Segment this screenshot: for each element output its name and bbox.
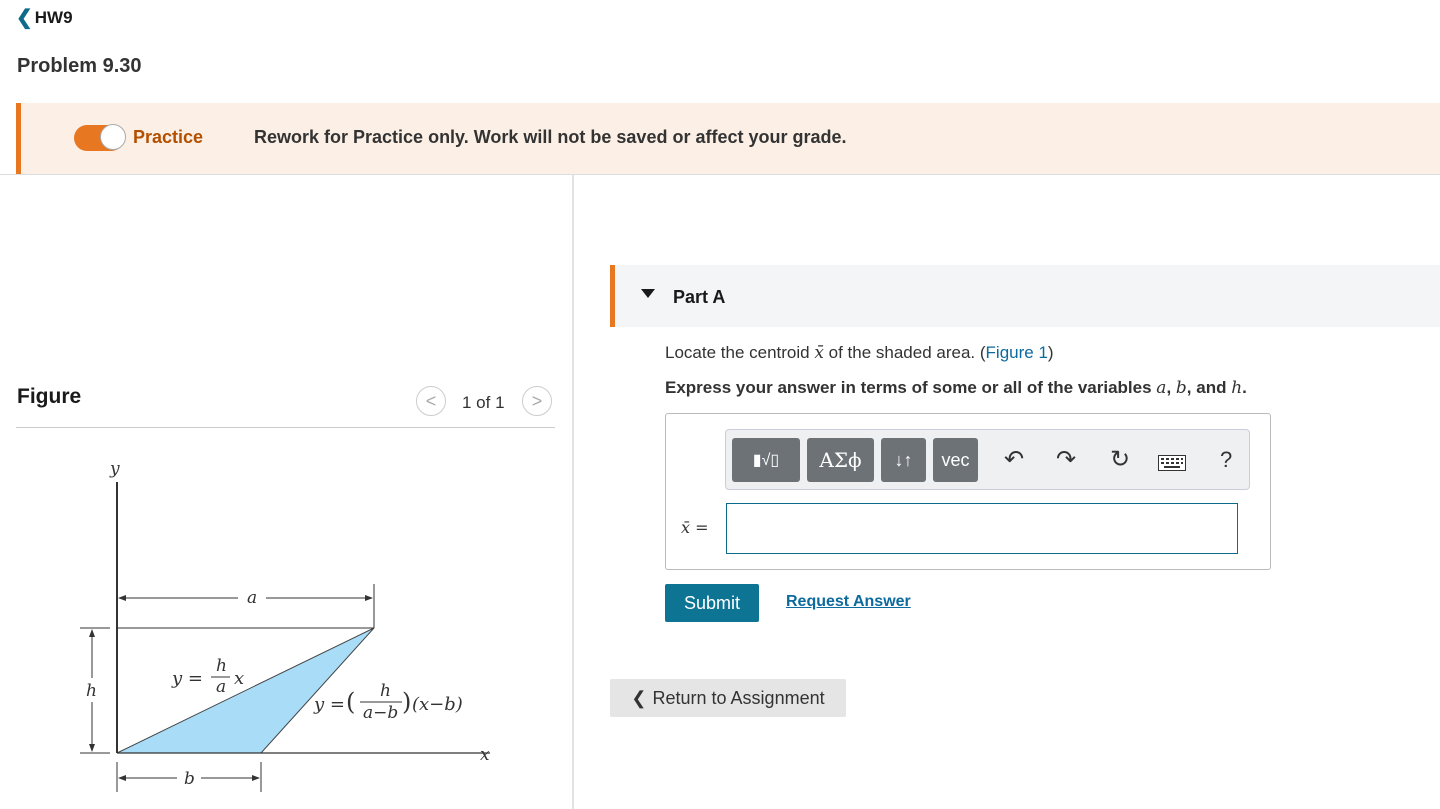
practice-banner: Practice Rework for Practice only. Work … — [16, 103, 1440, 174]
figure-1-link[interactable]: Figure 1 — [986, 343, 1048, 362]
variable-h: h — [1231, 378, 1243, 398]
a-arrow-right — [365, 595, 373, 601]
eq1-denominator: a — [216, 677, 226, 697]
back-link-label: HW9 — [34, 8, 73, 27]
h-arrow-up — [89, 629, 95, 637]
chevron-right-icon: > — [531, 390, 543, 411]
figure-divider — [16, 427, 555, 428]
a-label: a — [247, 588, 257, 608]
chevron-left-icon: ❮ — [631, 687, 647, 708]
practice-label: Practice — [133, 127, 204, 147]
help-icon[interactable]: ? — [1220, 446, 1232, 474]
figure-heading: Figure — [17, 385, 82, 408]
toggle-knob — [100, 124, 126, 150]
redo-icon[interactable]: ↷ — [1056, 446, 1076, 474]
next-figure-button[interactable]: > — [522, 386, 552, 416]
part-a-header[interactable]: Part A — [610, 265, 1440, 327]
submit-button[interactable]: Submit — [665, 584, 759, 622]
reset-icon[interactable]: ↻ — [1110, 446, 1130, 474]
question-prefix: Locate the centroid — [665, 343, 815, 362]
y-axis-label: y — [109, 459, 120, 479]
shaded-area — [116, 627, 375, 754]
instruction-and: and — [1191, 378, 1232, 397]
back-to-hw9-link[interactable]: ❮ HW9 — [16, 8, 73, 28]
h-label: h — [86, 681, 97, 701]
eq2-tail: (x−b) — [412, 694, 463, 715]
symbols-button[interactable]: ΑΣϕ — [807, 438, 874, 482]
question-variable: x̄ — [814, 343, 824, 363]
h-arrow-down — [89, 744, 95, 752]
caret-down-icon[interactable] — [641, 289, 655, 298]
x-axis-label: x — [480, 745, 490, 765]
return-to-assignment-button[interactable]: ❮ Return to Assignment — [610, 679, 846, 717]
answer-label: x̄ = — [681, 518, 709, 537]
eq1-numerator: h — [216, 656, 227, 676]
pane-divider[interactable] — [572, 175, 574, 809]
undo-icon[interactable]: ↶ — [1004, 446, 1024, 474]
a-arrow-left — [118, 595, 126, 601]
variable-b: b — [1175, 378, 1187, 398]
eq2-lhs: y = — [313, 694, 345, 715]
chevron-left-icon: < — [425, 390, 437, 411]
eq2-numerator: h — [380, 681, 391, 701]
eq2-open-paren: ( — [346, 688, 355, 716]
practice-message: Rework for Practice only. Work will not … — [254, 127, 847, 147]
math-toolbar: ▮√▯ ΑΣϕ ↓↑ vec ↶ ↷ ↻ ? — [725, 429, 1250, 490]
eq2-close-paren: ) — [402, 688, 411, 716]
eq2-denominator: a−b — [363, 703, 398, 723]
question-mid: of the shaded area. ( — [823, 343, 986, 362]
keyboard-glyph — [1158, 455, 1186, 471]
instruction-prefix: Express your answer in terms of some or … — [665, 378, 1157, 397]
question-suffix: ) — [1047, 343, 1054, 362]
subscript-superscript-button[interactable]: ↓↑ — [881, 438, 926, 482]
vector-button[interactable]: vec — [933, 438, 978, 482]
answer-input[interactable] — [726, 503, 1238, 554]
b-label: b — [184, 769, 195, 789]
practice-toggle[interactable] — [74, 124, 126, 151]
figure-counter: 1 of 1 — [462, 393, 505, 412]
instruction-text: Express your answer in terms of some or … — [665, 378, 1247, 398]
part-a-title[interactable]: Part A — [673, 287, 725, 308]
request-answer-link[interactable]: Request Answer — [786, 593, 911, 611]
previous-figure-button[interactable]: < — [416, 386, 446, 416]
b-arrow-left — [118, 775, 126, 781]
chevron-left-icon: ❮ — [16, 7, 33, 29]
variable-a: a — [1156, 378, 1167, 398]
header-divider — [0, 174, 1440, 175]
return-button-label: Return to Assignment — [652, 687, 825, 708]
page-title: Problem 9.30 — [17, 55, 142, 77]
keyboard-icon[interactable] — [1158, 450, 1186, 478]
question-text: Locate the centroid x̄ of the shaded are… — [665, 343, 1054, 363]
centroid-figure: y x h a b y = h a x y = ( h a−b ) (x−b) — [80, 459, 490, 792]
answer-panel: ▮√▯ ΑΣϕ ↓↑ vec ↶ ↷ ↻ ? x̄ = — [665, 413, 1271, 570]
eq1-lhs: y = — [171, 668, 203, 689]
templates-button[interactable]: ▮√▯ — [732, 438, 800, 482]
eq1-variable: x — [234, 668, 244, 689]
b-arrow-right — [252, 775, 260, 781]
